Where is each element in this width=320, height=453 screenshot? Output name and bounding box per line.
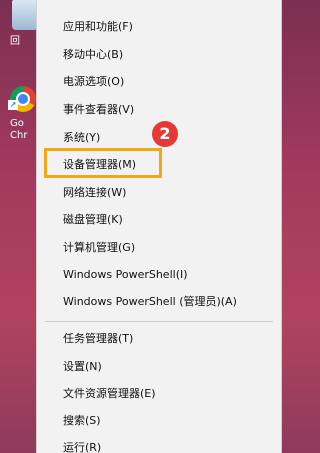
menu-item-mobility-center[interactable]: 移动中心(B) bbox=[63, 45, 123, 65]
chrome-label-line2: Chr bbox=[10, 130, 28, 141]
chrome-shortcut[interactable]: ↗ Go Chr bbox=[8, 86, 36, 142]
menu-item-event-viewer[interactable]: 事件查看器(V) bbox=[63, 100, 134, 120]
menu-item-power-options[interactable]: 电源选项(O) bbox=[63, 72, 124, 92]
menu-item-powershell[interactable]: Windows PowerShell(I) bbox=[63, 265, 188, 285]
winx-context-menu: 应用和功能(F) 移动中心(B) 电源选项(O) 事件查看器(V) 系统(Y) … bbox=[36, 0, 282, 453]
menu-item-file-explorer[interactable]: 文件资源管理器(E) bbox=[63, 384, 156, 404]
recycle-bin-shortcut[interactable]: 回 bbox=[10, 0, 38, 48]
menu-item-apps-features[interactable]: 应用和功能(F) bbox=[63, 17, 133, 37]
menu-item-search[interactable]: 搜索(S) bbox=[63, 411, 101, 431]
chrome-icon: ↗ bbox=[8, 86, 36, 112]
menu-item-network-connections[interactable]: 网络连接(W) bbox=[63, 183, 126, 203]
menu-separator bbox=[45, 321, 273, 322]
menu-item-settings[interactable]: 设置(N) bbox=[63, 357, 102, 377]
menu-item-computer-management[interactable]: 计算机管理(G) bbox=[63, 238, 135, 258]
menu-item-system[interactable]: 系统(Y) bbox=[63, 128, 100, 148]
shortcut-arrow-icon: ↗ bbox=[8, 100, 18, 110]
recycle-bin-label: 回 bbox=[10, 36, 20, 47]
chrome-label-line1: Go bbox=[10, 118, 24, 129]
menu-item-disk-management[interactable]: 磁盘管理(K) bbox=[63, 210, 123, 230]
menu-item-task-manager[interactable]: 任务管理器(T) bbox=[63, 329, 133, 349]
recycle-bin-icon bbox=[12, 0, 38, 30]
step-badge: 2 bbox=[152, 121, 178, 147]
menu-item-run[interactable]: 运行(R) bbox=[63, 438, 101, 453]
device-manager-highlight bbox=[44, 148, 162, 178]
menu-item-powershell-admin[interactable]: Windows PowerShell (管理员)(A) bbox=[63, 292, 237, 312]
